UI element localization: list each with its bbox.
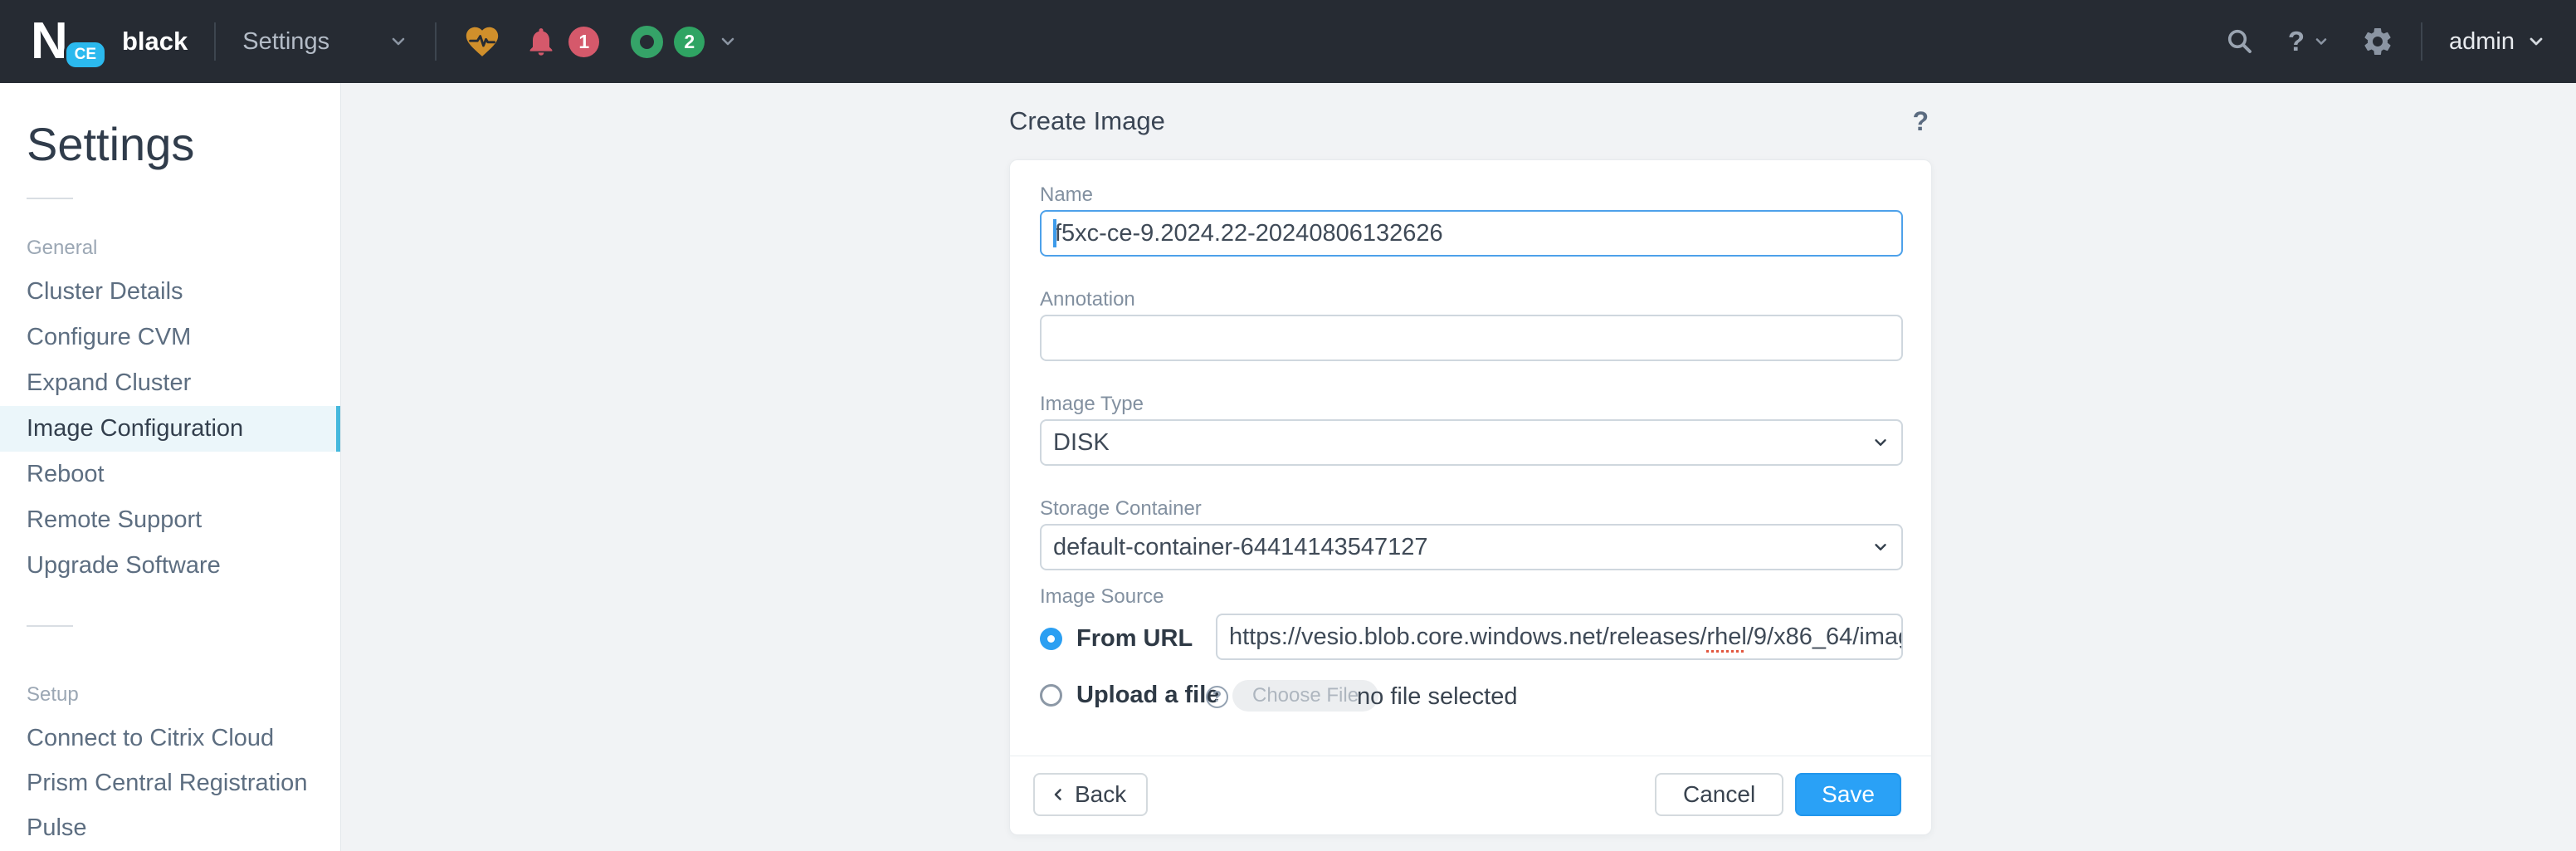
upload-file-label: Upload a file xyxy=(1076,682,1219,709)
select-chevron-down-icon xyxy=(1871,538,1890,556)
chevron-down-icon xyxy=(388,32,408,51)
modal-title: Create Image xyxy=(1009,106,1165,136)
annotation-label: Annotation xyxy=(1040,288,1135,311)
user-name: admin xyxy=(2449,28,2515,56)
from-url-radio[interactable] xyxy=(1040,628,1062,650)
modal-help-icon[interactable]: ? xyxy=(1912,106,1929,137)
tasks-chevron-down-icon[interactable] xyxy=(718,32,738,51)
select-chevron-down-icon xyxy=(1871,433,1890,452)
user-menu[interactable]: admin xyxy=(2449,28,2546,56)
help-menu[interactable]: ? xyxy=(2288,26,2330,57)
gear-icon[interactable] xyxy=(2361,25,2394,58)
name-value: f5xc-ce-9.2024.22-20240806132626 xyxy=(1055,220,1443,247)
upload-help-icon[interactable]: ? xyxy=(1206,686,1228,708)
ce-edition-badge: CE xyxy=(64,40,107,70)
text-caret xyxy=(1053,219,1056,247)
sidebar-section-general: General xyxy=(27,237,340,257)
sidebar-item-image-configuration[interactable]: Image Configuration xyxy=(0,406,340,452)
logo-letter: N xyxy=(31,12,65,70)
sidebar-item-remote-support[interactable]: Remote Support xyxy=(0,497,340,543)
sidebar-item-prism-central-registration[interactable]: Prism Central Registration xyxy=(0,761,340,805)
storage-container-value: default-container-64414143547127 xyxy=(1053,534,1427,561)
sidebar-item-upgrade-software[interactable]: Upgrade Software xyxy=(0,543,340,589)
nav-settings-dropdown[interactable]: Settings xyxy=(242,28,408,56)
chevron-left-icon xyxy=(1048,785,1068,805)
top-bar: N CE black Settings 1 2 ? xyxy=(0,0,2576,83)
nav-settings-label: Settings xyxy=(242,28,329,56)
back-button[interactable]: Back xyxy=(1033,773,1148,816)
image-type-select[interactable]: DISK xyxy=(1040,419,1903,466)
search-icon[interactable] xyxy=(2225,27,2255,56)
file-status-text: no file selected xyxy=(1357,683,1517,711)
name-label: Name xyxy=(1040,183,1093,207)
image-url-input[interactable]: https://vesio.blob.core.windows.net/rele… xyxy=(1216,614,1903,660)
alerts-bell-icon[interactable] xyxy=(524,25,558,58)
sidebar-item-connect-citrix-cloud[interactable]: Connect to Citrix Cloud xyxy=(0,716,340,761)
alerts-count-badge[interactable]: 1 xyxy=(568,27,599,57)
sidebar-item-cluster-details[interactable]: Cluster Details xyxy=(0,269,340,315)
storage-container-select[interactable]: default-container-64414143547127 xyxy=(1040,524,1903,570)
create-image-form: Name f5xc-ce-9.2024.22-20240806132626 An… xyxy=(1009,159,1932,835)
upload-file-radio[interactable] xyxy=(1040,684,1062,707)
health-heart-icon[interactable] xyxy=(463,22,501,61)
image-type-label: Image Type xyxy=(1040,393,1144,416)
divider xyxy=(435,22,437,61)
divider xyxy=(27,198,73,199)
help-chevron-down-icon xyxy=(2313,33,2330,50)
sidebar-section-setup: Setup xyxy=(27,683,340,703)
nutanix-logo[interactable]: N CE xyxy=(31,12,102,71)
sidebar-title: Settings xyxy=(27,120,340,169)
back-label: Back xyxy=(1075,781,1126,808)
divider xyxy=(214,22,216,61)
settings-sidebar: Settings General Cluster Details Configu… xyxy=(0,83,341,851)
modal-titlebar: Create Image ? xyxy=(1009,106,1932,137)
image-source-label: Image Source xyxy=(1040,585,1164,609)
sidebar-item-expand-cluster[interactable]: Expand Cluster xyxy=(0,360,340,406)
footer-actions: Cancel Save xyxy=(1655,773,1901,816)
help-question-icon: ? xyxy=(2288,26,2305,57)
sidebar-item-reboot[interactable]: Reboot xyxy=(0,452,340,497)
storage-container-label: Storage Container xyxy=(1040,497,1202,521)
divider xyxy=(27,625,73,627)
annotation-input[interactable] xyxy=(1040,315,1903,361)
divider xyxy=(2421,22,2422,61)
sidebar-item-configure-cvm[interactable]: Configure CVM xyxy=(0,315,340,360)
cluster-name[interactable]: black xyxy=(122,27,188,56)
image-url-value: https://vesio.blob.core.windows.net/rele… xyxy=(1229,624,1903,651)
image-type-value: DISK xyxy=(1053,429,1110,457)
cancel-button[interactable]: Cancel xyxy=(1655,773,1783,816)
save-button[interactable]: Save xyxy=(1795,773,1901,816)
user-chevron-down-icon xyxy=(2526,32,2546,51)
sidebar-item-pulse[interactable]: Pulse xyxy=(0,805,340,850)
from-url-label: From URL xyxy=(1076,625,1193,653)
tasks-ring-icon[interactable] xyxy=(631,26,663,58)
tasks-count-badge[interactable]: 2 xyxy=(674,27,705,57)
name-input[interactable]: f5xc-ce-9.2024.22-20240806132626 xyxy=(1040,210,1903,257)
